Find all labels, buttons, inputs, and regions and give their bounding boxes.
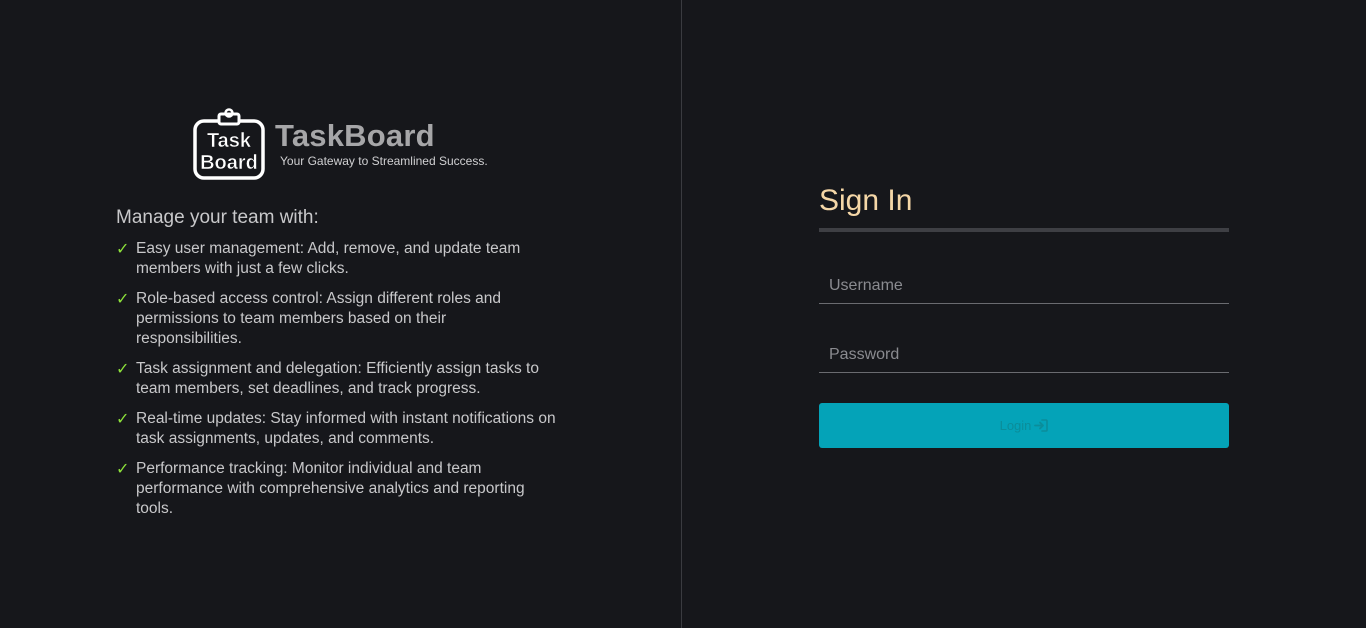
login-page: Task Board TaskBoard Your Gateway to Str… — [0, 0, 1366, 628]
signin-panel: Sign In Login — [682, 0, 1366, 628]
feature-text: Real-time updates: Stay informed with in… — [136, 410, 556, 447]
password-field-wrapper — [819, 339, 1229, 373]
check-icon: ✓ — [116, 409, 130, 428]
list-item: ✓ Task assignment and delegation: Effici… — [116, 359, 566, 399]
login-button[interactable]: Login — [819, 403, 1229, 448]
signin-title: Sign In — [819, 183, 1229, 232]
check-icon: ✓ — [116, 289, 130, 308]
sign-in-icon — [1034, 419, 1049, 432]
logo-text-line1: Task — [207, 130, 252, 152]
username-input[interactable] — [819, 270, 1229, 302]
check-icon: ✓ — [116, 359, 130, 378]
feature-text: Task assignment and delegation: Efficien… — [136, 360, 539, 397]
feature-list: ✓ Easy user management: Add, remove, and… — [116, 239, 566, 519]
list-item: ✓ Performance tracking: Monitor individu… — [116, 459, 566, 519]
password-input[interactable] — [819, 339, 1229, 371]
list-item: ✓ Real-time updates: Stay informed with … — [116, 409, 566, 449]
features-heading: Manage your team with: — [116, 207, 319, 228]
brand: Task Board TaskBoard Your Gateway to Str… — [193, 108, 488, 180]
taskboard-logo-icon: Task Board — [193, 108, 265, 180]
feature-text: Easy user management: Add, remove, and u… — [136, 240, 521, 277]
list-item: ✓ Easy user management: Add, remove, and… — [116, 239, 566, 279]
check-icon: ✓ — [116, 239, 130, 258]
username-field-wrapper — [819, 270, 1229, 304]
feature-text: Role-based access control: Assign differ… — [136, 290, 502, 347]
login-button-label: Login — [999, 418, 1032, 433]
info-panel: Task Board TaskBoard Your Gateway to Str… — [0, 0, 682, 628]
features-section: Manage your team with: ✓ Easy user manag… — [116, 207, 566, 529]
brand-tagline: Your Gateway to Streamlined Success. — [280, 154, 488, 168]
signin-form: Sign In Login — [819, 183, 1229, 448]
logo-text-line2: Board — [200, 152, 258, 174]
brand-title: TaskBoard — [275, 118, 435, 153]
check-icon: ✓ — [116, 459, 130, 478]
list-item: ✓ Role-based access control: Assign diff… — [116, 289, 566, 349]
feature-text: Performance tracking: Monitor individual… — [136, 460, 525, 517]
brand-text: TaskBoard Your Gateway to Streamlined Su… — [275, 118, 488, 168]
